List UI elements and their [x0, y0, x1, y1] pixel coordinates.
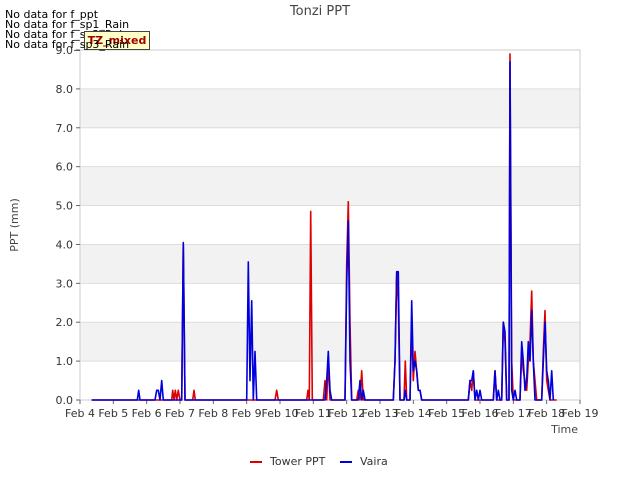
x-tick-label: Feb 15	[428, 407, 465, 420]
legend: Tower PPT Vaira	[250, 455, 388, 468]
y-tick-label: 4.0	[56, 238, 74, 251]
x-tick-label: Feb 11	[295, 407, 332, 420]
y-axis-label: PPT (mm)	[8, 198, 21, 252]
y-tick-label: 1.0	[56, 355, 74, 368]
x-axis-label: Time	[550, 423, 578, 436]
legend-label-vaira: Vaira	[360, 455, 388, 468]
x-tick-label: Feb 14	[395, 407, 432, 420]
plot-area: 0.01.02.03.04.05.06.07.08.09.0Feb 4 Feb 5…	[56, 44, 599, 420]
y-tick-label: 7.0	[56, 122, 74, 135]
legend-label-tower: Tower PPT	[269, 455, 326, 468]
x-tick-label: Feb 7	[165, 407, 195, 420]
grid-band	[80, 88, 580, 128]
x-tick-label: Feb 9	[232, 407, 262, 420]
y-tick-label: 3.0	[56, 277, 74, 290]
x-tick-label: Feb 13	[362, 407, 399, 420]
x-tick-label: Feb 5	[98, 407, 128, 420]
grid-band	[80, 244, 580, 284]
y-tick-label: 8.0	[56, 83, 74, 96]
x-tick-label: Feb 8	[198, 407, 228, 420]
y-tick-label: 6.0	[56, 161, 74, 174]
y-tick-label: 0.0	[56, 394, 74, 407]
x-tick-label: Feb 6	[132, 407, 162, 420]
y-tick-label: 2.0	[56, 316, 74, 329]
x-tick-label: Feb 4	[65, 407, 95, 420]
x-tick-label: Feb 18	[528, 407, 565, 420]
x-tick-label: Feb 12	[328, 407, 365, 420]
x-tick-label: Feb 16	[462, 407, 499, 420]
notice-f-sp3-rain: No data for f_sp3_Rain	[5, 38, 130, 51]
ppt-chart: Tonzi PPT 0.01.02.03.04.05.06.07.08.09.0…	[8, 4, 599, 468]
x-tick-label: Feb 19	[562, 407, 599, 420]
y-tick-label: 5.0	[56, 200, 74, 213]
grid-band	[80, 166, 580, 206]
chart-title: Tonzi PPT	[289, 4, 350, 19]
x-tick-label: Feb 17	[495, 407, 532, 420]
x-tick-label: Feb 10	[262, 407, 299, 420]
